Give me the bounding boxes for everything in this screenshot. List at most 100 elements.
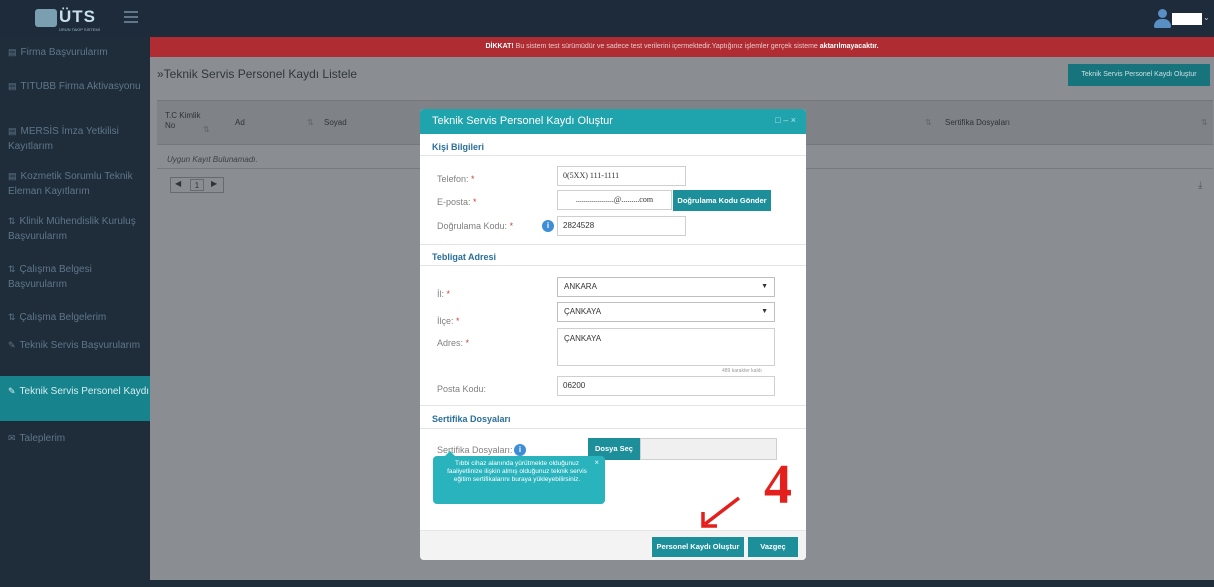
info-icon[interactable]: i (542, 220, 554, 232)
sidebar-item-teknik-servis[interactable]: ✎ Teknik Servis Başvurularım (0, 338, 150, 353)
empty-table-message: Uygun Kayıt Bulunamadı. (167, 155, 258, 164)
sidebar-item-label: Teknik Servis Başvurularım (19, 340, 141, 351)
divider (420, 155, 806, 156)
sort-icon[interactable]: ⇅ (307, 118, 314, 127)
divider (420, 405, 806, 406)
address-label: Adres: * (437, 338, 470, 348)
top-bar: ÜTS ÜRÜN TAKİP SİSTEMİ ⌄ (0, 0, 1214, 37)
sort-icon[interactable]: ⇅ (925, 118, 932, 127)
page-title: »Teknik Servis Personel Kaydı Listele (157, 67, 358, 81)
sidebar-item-label: Çalışma Belgelerim (19, 312, 107, 323)
screen: ÜTS ÜRÜN TAKİP SİSTEMİ ⌄ ▤ Firma Başvurul… (0, 0, 1214, 587)
close-icon[interactable]: × (594, 459, 599, 467)
tooltip-text: Tıbbi cihaz alanında yürütmekte olduğunu… (447, 460, 587, 483)
tooltip-arrow (445, 451, 455, 456)
section-personal-info: Kişi Bilgileri (432, 142, 485, 152)
divider (420, 244, 806, 245)
city-value: ANKARA (564, 282, 597, 291)
sidebar-item-titubb[interactable]: ▤ TITUBB Firma Aktivasyonu (0, 79, 150, 94)
prev-page-icon[interactable]: ◀ (175, 179, 181, 188)
sidebar-item-label: MERSİS İmza Yetkilisi Kayıtlarım (8, 126, 119, 152)
cancel-button[interactable]: Vazgeç (748, 537, 798, 557)
city-label: İl: * (437, 289, 451, 299)
file-name-box[interactable] (640, 438, 777, 460)
sidebar-item-label: Taleplerim (19, 433, 66, 444)
logo-text: ÜTS (59, 7, 96, 26)
info-icon[interactable]: i (514, 444, 526, 456)
sort-icon[interactable]: ⇅ (1201, 118, 1208, 127)
create-personnel-button[interactable]: Teknik Servis Personel Kaydı Oluştur (1068, 64, 1210, 86)
sidebar-item-taleplerim[interactable]: ✉ Taleplerim (0, 431, 150, 446)
user-name-box[interactable] (1172, 13, 1202, 25)
verification-code-label: Doğrulama Kodu: * (437, 221, 514, 231)
sort-icon: ⇅ (8, 264, 16, 274)
logo-icon (35, 9, 57, 27)
column-ad[interactable]: Ad (235, 118, 245, 127)
pagination: ◀ 1 ▶ (170, 177, 224, 193)
phone-input[interactable]: 0(5XX) 111-1111 (557, 166, 686, 186)
user-avatar-icon[interactable] (1153, 9, 1171, 29)
app-logo[interactable]: ÜTS ÜRÜN TAKİP SİSTEMİ (35, 7, 115, 32)
sidebar-item-kozmetik[interactable]: ▤ Kozmetik Sorumlu Teknik Eleman Kayıtlar… (0, 169, 150, 199)
chars-left-text: 489 karakter kaldı (722, 368, 762, 374)
file-icon: ▤ (8, 81, 17, 91)
email-label: E-posta: * (437, 197, 477, 207)
divider (420, 428, 806, 429)
warning-prefix: DİKKAT! (485, 43, 514, 50)
menu-toggle-icon[interactable] (124, 11, 138, 23)
postal-code-label: Posta Kodu: (437, 384, 487, 394)
sort-icon: ⇅ (8, 312, 16, 322)
sidebar-item-label: Çalışma Belgesi Başvurularım (8, 264, 92, 290)
sidebar-item-label: Kozmetik Sorumlu Teknik Eleman Kayıtları… (8, 171, 133, 197)
column-sertifika[interactable]: Sertifika Dosyaları (945, 118, 1010, 127)
warning-emphasis: aktarılmayacaktır. (819, 43, 879, 50)
logo-subtext: ÜRÜN TAKİP SİSTEMİ (59, 27, 100, 32)
sidebar-item-calisma-belgelerim[interactable]: ⇅ Çalışma Belgelerim (0, 310, 150, 325)
sidebar-item-label: TITUBB Firma Aktivasyonu (20, 81, 141, 92)
certificate-info-tooltip: Tıbbi cihaz alanında yürütmekte olduğunu… (433, 451, 605, 504)
send-verification-code-button[interactable]: Doğrulama Kodu Gönder (673, 190, 771, 211)
create-personnel-submit-button[interactable]: Personel Kaydı Oluştur (652, 537, 744, 557)
pencil-icon: ✎ (8, 386, 16, 396)
verification-code-input[interactable]: 2824528 (557, 216, 686, 236)
address-textarea[interactable]: ÇANKAYA (557, 328, 775, 366)
postal-code-input[interactable]: 06200 (557, 376, 775, 396)
file-icon: ▤ (8, 171, 17, 181)
sidebar-item-firma-basvurularim[interactable]: ▤ Firma Başvurularım (0, 45, 150, 60)
modal-footer: Personel Kaydı Oluştur Vazgeç (420, 530, 806, 560)
file-icon: ▤ (8, 126, 17, 136)
sidebar-item-mersis[interactable]: ▤ MERSİS İmza Yetkilisi Kayıtlarım (0, 124, 150, 154)
file-icon: ▤ (8, 47, 17, 57)
download-icon[interactable]: ⤓ (1198, 180, 1202, 191)
column-soyad[interactable]: Soyad (324, 118, 347, 127)
window-controls-icon[interactable]: □ – × (775, 115, 796, 125)
annotation-step-number: 4 (764, 454, 792, 516)
chat-icon: ✉ (8, 433, 16, 443)
city-select[interactable]: ANKARA ▼ (557, 277, 775, 297)
chevron-down-icon: ▼ (761, 283, 768, 290)
phone-label: Telefon: * (437, 174, 475, 184)
section-certificates: Sertifika Dosyaları (432, 414, 511, 424)
sidebar-item-klinik[interactable]: ⇅ Klinik Mühendislik Kuruluş Başvurularım (0, 214, 150, 244)
warning-message: Bu sistem test sürümüdür ve sadece test … (515, 43, 818, 50)
column-tc[interactable]: T.C Kimlik No (165, 111, 205, 131)
pencil-icon: ✎ (8, 340, 16, 350)
modal-title: Teknik Servis Personel Kaydı Oluştur (432, 115, 613, 127)
chevron-down-icon: ▼ (761, 308, 768, 315)
sidebar-item-label: Firma Başvurularım (20, 47, 108, 58)
sidebar-item-teknik-servis-personel[interactable]: ✎ Teknik Servis Personel Kaydı (0, 376, 150, 421)
sidebar-item-calisma-basvuru[interactable]: ⇅ Çalışma Belgesi Başvurularım (0, 262, 150, 292)
sort-icon[interactable]: ⇅ (203, 125, 210, 134)
modal-header: Teknik Servis Personel Kaydı Oluştur □ –… (420, 109, 806, 134)
district-label: İlçe: * (437, 316, 460, 326)
email-input[interactable]: ...................@.........com (557, 190, 672, 210)
page-number[interactable]: 1 (190, 179, 204, 191)
test-warning-banner: DİKKAT! Bu sistem test sürümüdür ve sade… (150, 37, 1214, 57)
section-address: Tebligat Adresi (432, 252, 497, 262)
chevron-down-icon[interactable]: ⌄ (1203, 13, 1210, 22)
district-value: ÇANKAYA (564, 307, 602, 316)
next-page-icon[interactable]: ▶ (211, 179, 217, 188)
sort-icon: ⇅ (8, 216, 16, 226)
sidebar-item-label: Teknik Servis Personel Kaydı (19, 386, 150, 397)
district-select[interactable]: ÇANKAYA ▼ (557, 302, 775, 322)
